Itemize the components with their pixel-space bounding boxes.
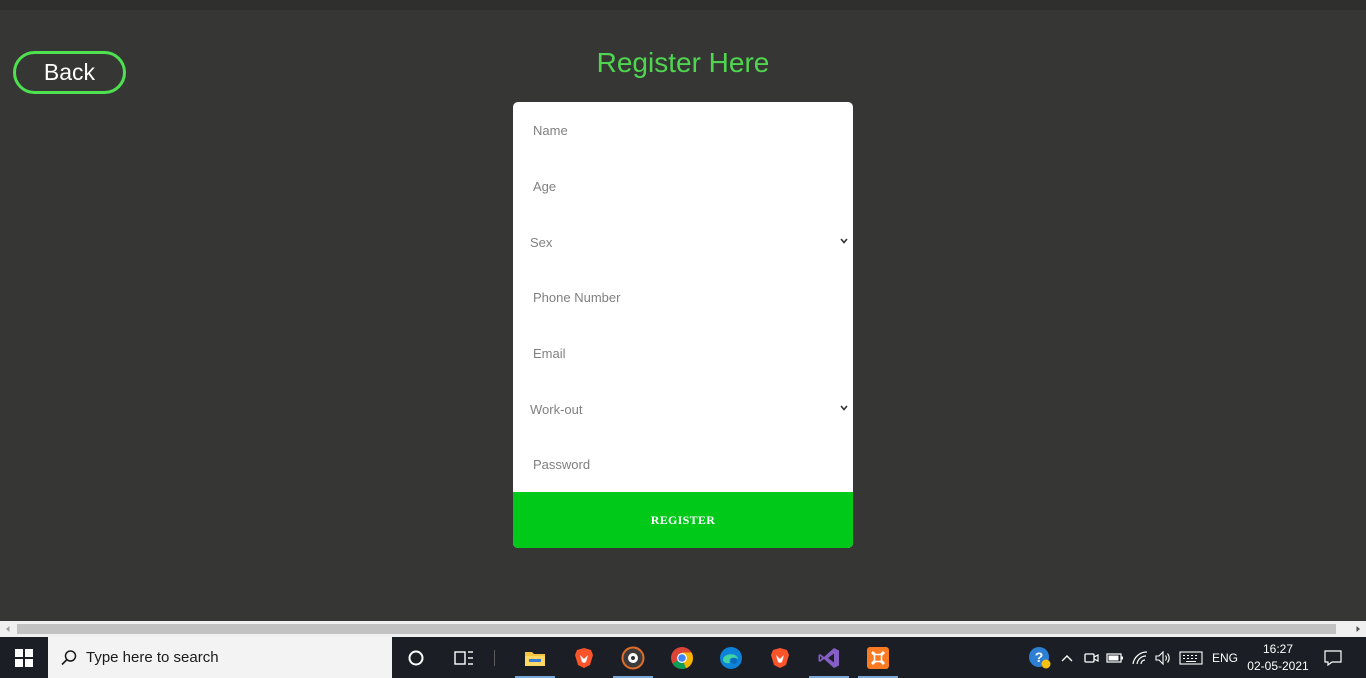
search-icon	[61, 649, 77, 665]
chrome-icon	[671, 646, 694, 669]
chevron-up-icon	[1061, 654, 1073, 661]
network-tray-button[interactable]	[1130, 637, 1150, 678]
taskbar-app-brave[interactable]	[564, 637, 604, 678]
email-placeholder: Email	[533, 345, 566, 361]
task-view-icon	[454, 650, 473, 665]
battery-icon	[1106, 652, 1123, 663]
notification-icon	[1324, 649, 1342, 666]
register-button-label: REGISTER	[650, 512, 716, 527]
taskbar-app-file-explorer[interactable]	[515, 637, 555, 678]
scrollbar-thumb[interactable]	[17, 624, 1336, 634]
age-placeholder: Age	[533, 178, 557, 194]
password-placeholder: Password	[533, 456, 591, 472]
name-field[interactable]: Name	[513, 102, 853, 158]
notification-center-button[interactable]	[1320, 637, 1346, 678]
folder-icon	[525, 651, 545, 666]
help-question-icon: ?	[1029, 646, 1051, 668]
visual-studio-icon	[818, 647, 839, 668]
scroll-left-icon[interactable]	[4, 625, 12, 633]
volume-tray-button[interactable]	[1153, 637, 1173, 678]
name-placeholder: Name	[533, 122, 568, 138]
input-language-indicator[interactable]: ENG	[1211, 637, 1239, 678]
taskbar-app-xampp[interactable]	[858, 637, 898, 678]
media-disc-icon	[621, 646, 645, 669]
search-placeholder: Type here to search	[86, 649, 219, 666]
cortana-circle-icon	[408, 650, 424, 665]
workout-select-value: Work-out	[530, 401, 583, 417]
scroll-right-icon[interactable]	[1354, 625, 1362, 633]
taskbar-app-visual-studio[interactable]	[809, 637, 849, 678]
chevron-down-icon	[840, 405, 848, 411]
sex-select[interactable]: Sex	[513, 214, 853, 270]
meet-now-icon	[1084, 652, 1099, 663]
wifi-icon	[1132, 650, 1148, 664]
help-tray-button[interactable]: ?	[1027, 637, 1053, 678]
taskbar: Type here to search ? ENG 16:27 02-05-20…	[0, 637, 1366, 678]
touch-keyboard-button[interactable]	[1178, 637, 1204, 678]
phone-placeholder: Phone Number	[533, 289, 621, 305]
clock-date: 02-05-2021	[1247, 659, 1309, 673]
workout-select[interactable]: Work-out	[513, 381, 853, 437]
edge-icon	[720, 646, 742, 669]
taskbar-divider	[494, 650, 495, 666]
page-title: Register Here	[596, 47, 770, 78]
chevron-down-icon	[840, 238, 848, 244]
cortana-button[interactable]	[396, 637, 436, 678]
horizontal-scrollbar[interactable]	[0, 621, 1366, 637]
xampp-icon	[867, 646, 889, 669]
taskbar-app-chrome[interactable]	[662, 637, 702, 678]
taskbar-clock[interactable]: 16:27 02-05-2021	[1243, 641, 1313, 675]
brave-lion-icon	[771, 647, 789, 668]
show-hidden-icons-button[interactable]	[1058, 637, 1076, 678]
task-view-button[interactable]	[444, 637, 484, 678]
password-field[interactable]: Password	[513, 436, 853, 492]
clock-time: 16:27	[1262, 642, 1294, 656]
email-field[interactable]: Email	[513, 325, 853, 381]
battery-tray-button[interactable]	[1105, 637, 1125, 678]
brave-lion-icon	[575, 647, 593, 668]
register-form: Name Age Sex Phone Number Email Work-out…	[513, 102, 853, 548]
windows-logo-icon	[15, 648, 33, 667]
meet-now-tray-button[interactable]	[1082, 637, 1100, 678]
speaker-icon	[1155, 650, 1170, 665]
taskbar-app-brave-2[interactable]	[760, 637, 800, 678]
register-button[interactable]: REGISTER	[513, 492, 853, 548]
keyboard-icon	[1179, 650, 1203, 665]
taskbar-app-media-player[interactable]	[613, 637, 653, 678]
sex-select-value: Sex	[530, 234, 553, 250]
age-field[interactable]: Age	[513, 158, 853, 214]
window-top-bar	[0, 0, 1366, 10]
start-button[interactable]	[0, 637, 48, 678]
taskbar-search-box[interactable]: Type here to search	[48, 637, 392, 678]
taskbar-app-edge[interactable]	[711, 637, 751, 678]
phone-field[interactable]: Phone Number	[513, 269, 853, 325]
